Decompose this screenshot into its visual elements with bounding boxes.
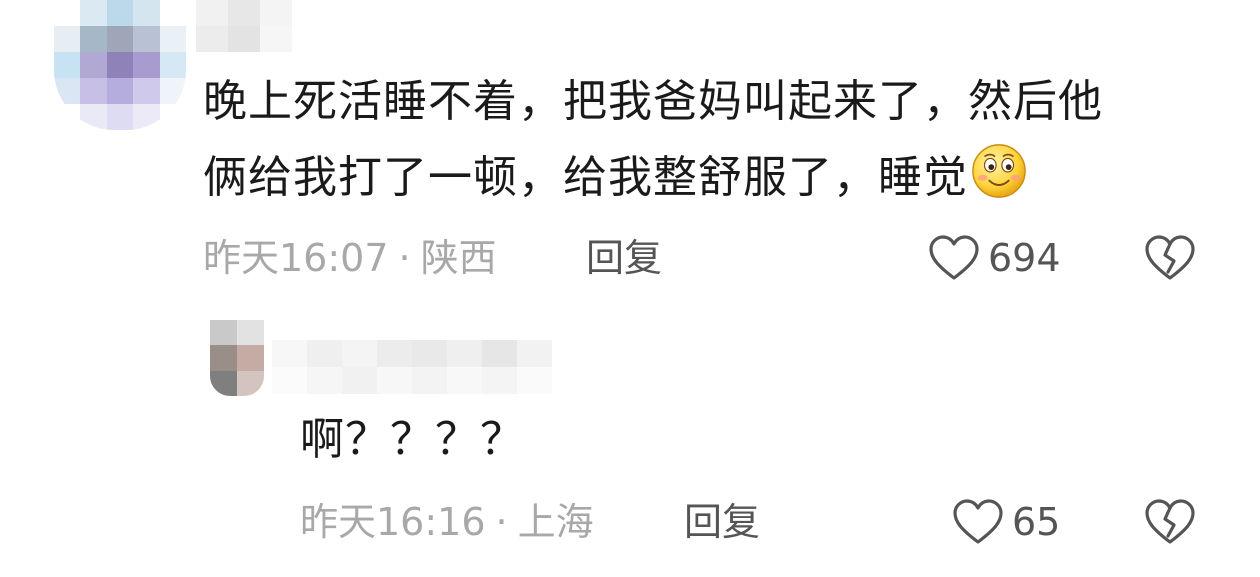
heart-outline-icon (929, 235, 979, 280)
comment-text-line: 晚上死活睡不着，把我爸妈叫起来了，然后他 (203, 76, 1103, 127)
like-count: 65 (1012, 500, 1061, 544)
timestamp: 昨天16:16 (300, 500, 486, 544)
location: 陕西 (420, 236, 497, 280)
avatar[interactable] (210, 320, 264, 396)
like-count: 694 (988, 236, 1061, 280)
comment-meta: 昨天16:16 · 上海 (300, 500, 594, 544)
heart-outline-icon (953, 499, 1003, 544)
username[interactable] (272, 340, 552, 394)
comment-text-segment: 俩给我打了一顿，给我整舒服了，睡觉 (203, 152, 968, 203)
reply-button[interactable]: 回复 (586, 236, 662, 280)
like-button[interactable]: 65 (952, 498, 1060, 546)
comment-text-line: 俩给我打了一顿，给我整舒服了，睡觉 (203, 140, 1028, 216)
comment-meta: 昨天16:07 · 陕西 (203, 236, 497, 280)
meta-separator: · (495, 500, 508, 544)
username[interactable] (196, 0, 292, 52)
broken-heart-icon[interactable] (1144, 234, 1196, 282)
comment-text-line: 啊？？？？ (300, 414, 525, 465)
like-button[interactable]: 694 (928, 234, 1061, 282)
reply-button[interactable]: 回复 (684, 500, 760, 544)
meta-separator: · (398, 236, 411, 280)
avatar[interactable] (54, 0, 186, 130)
broken-heart-icon[interactable] (1144, 498, 1196, 546)
location: 上海 (517, 500, 594, 544)
timestamp: 昨天16:07 (203, 236, 389, 280)
smile-blush-emoji-icon (972, 144, 1026, 198)
